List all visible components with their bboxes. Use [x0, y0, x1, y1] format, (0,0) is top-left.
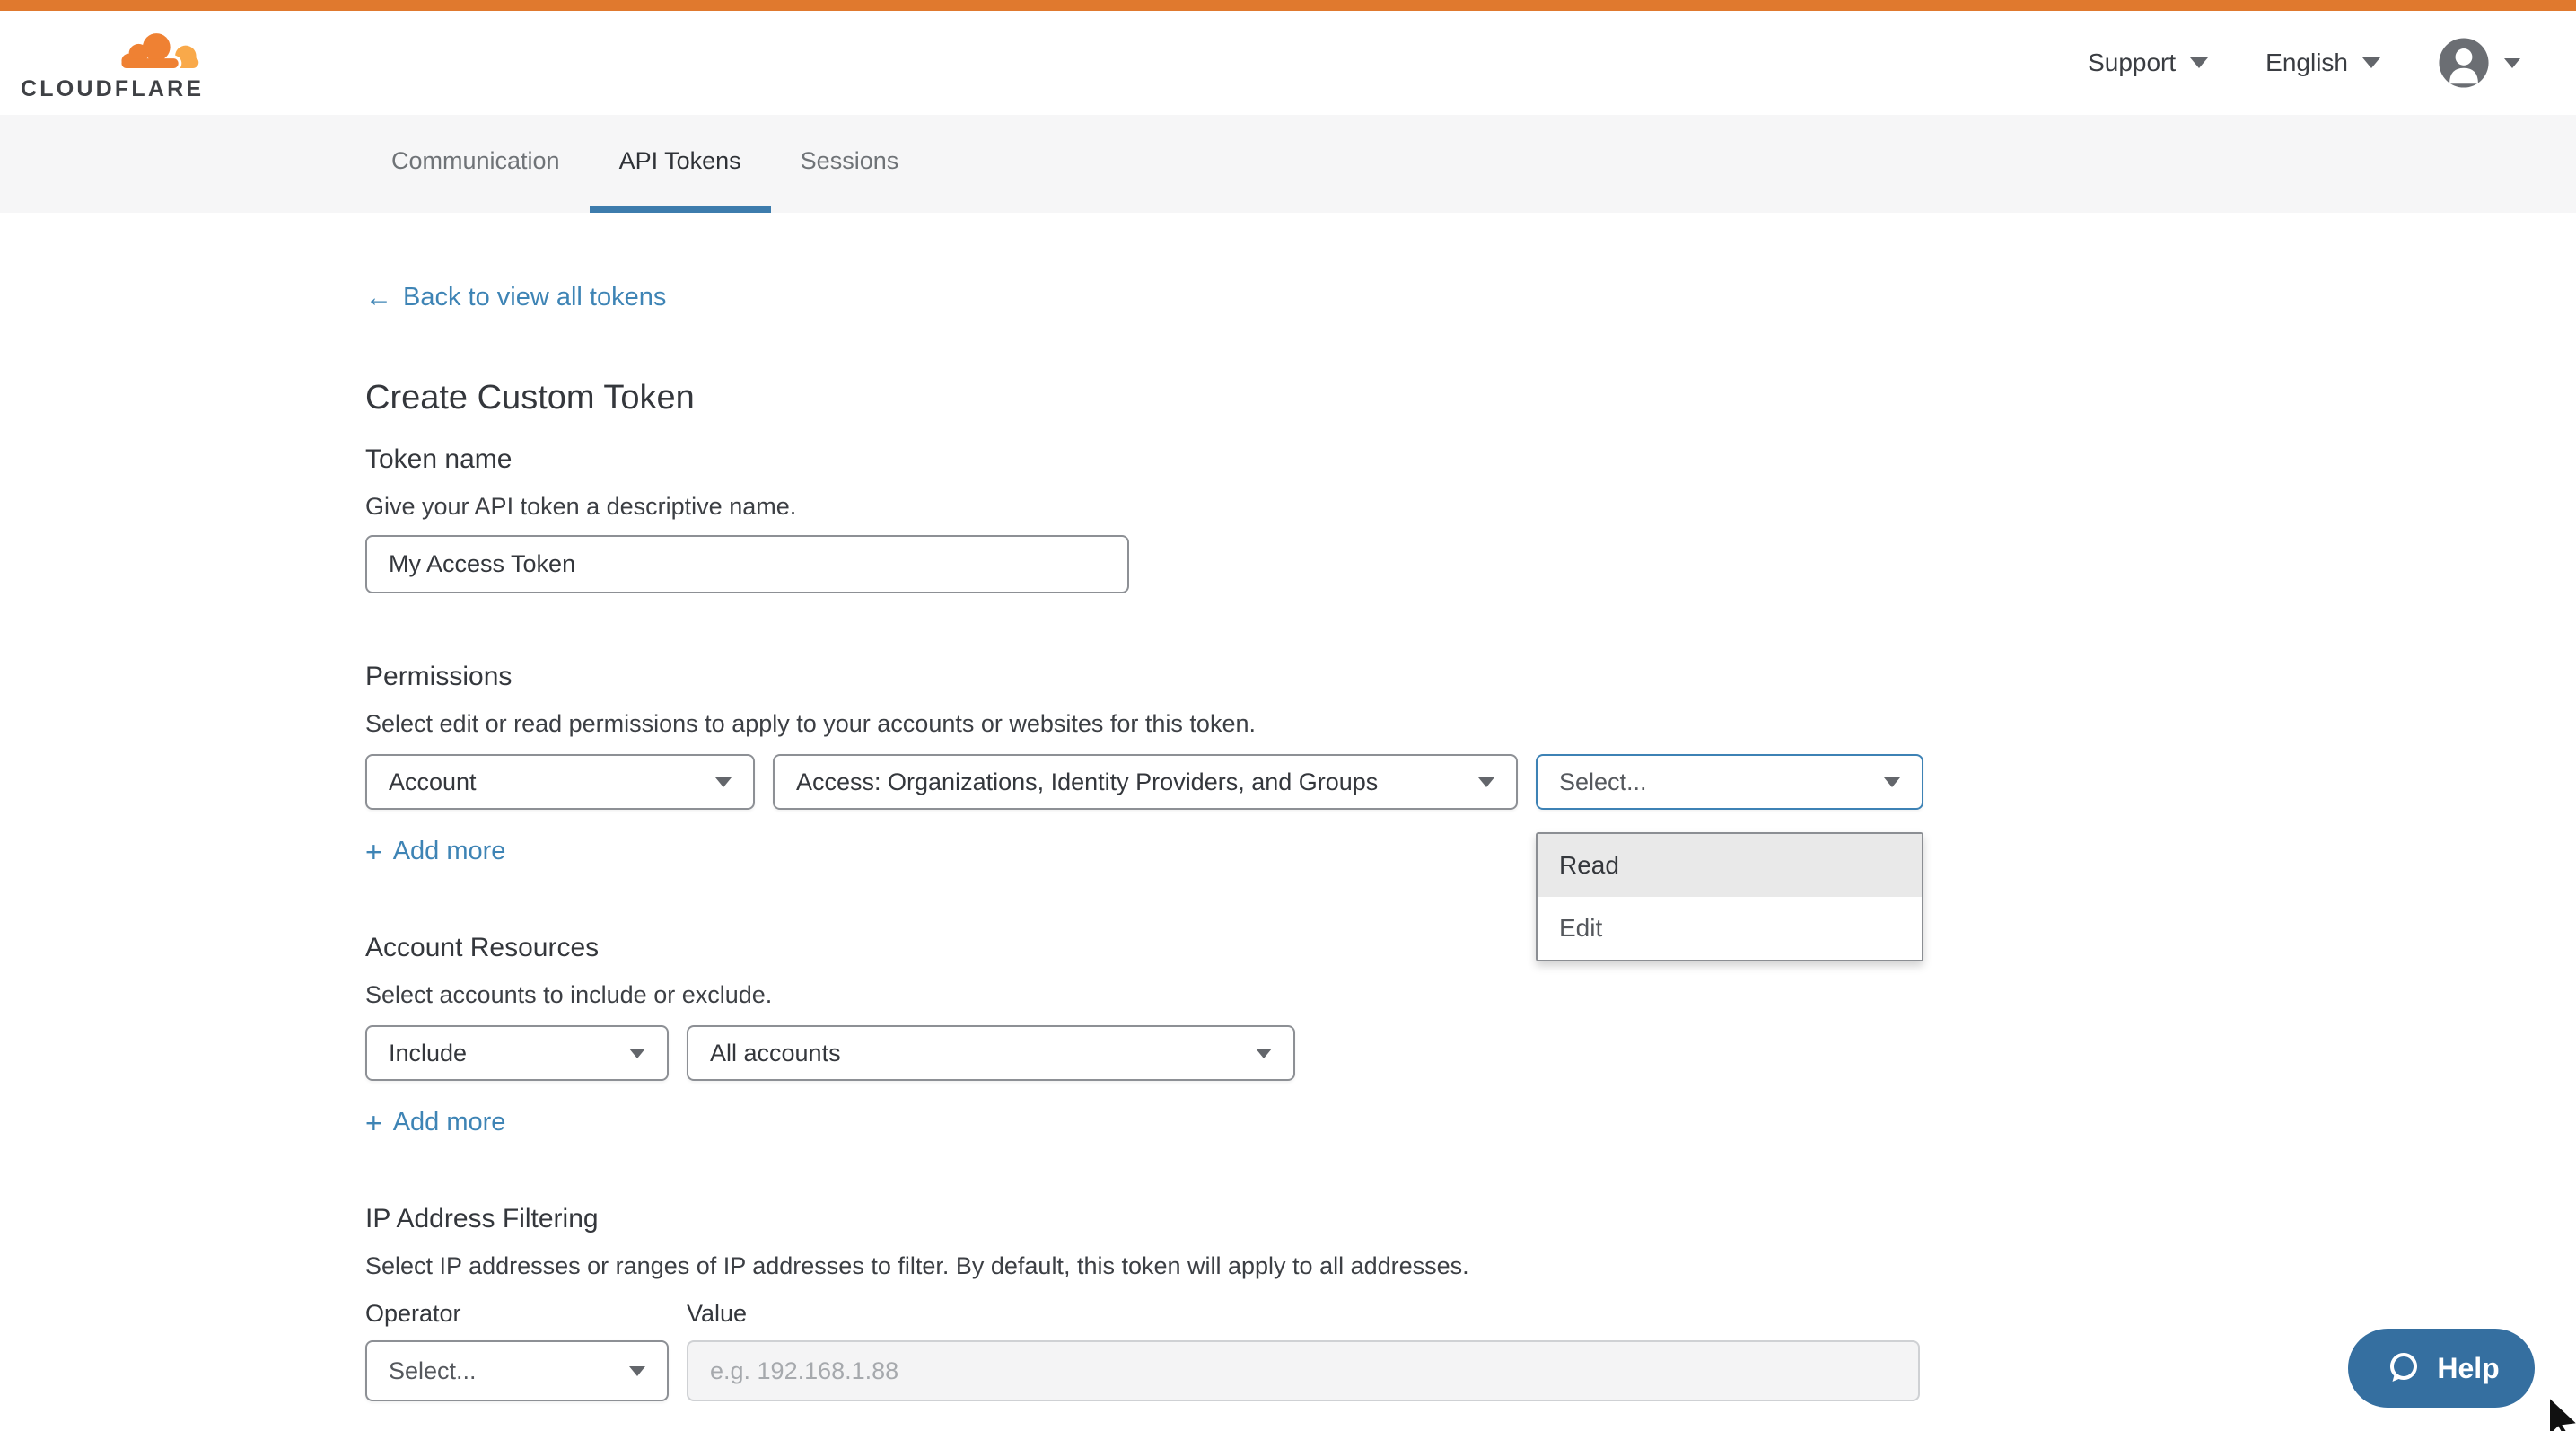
support-menu[interactable]: Support	[2088, 48, 2208, 77]
tab-label: Communication	[391, 147, 560, 175]
permission-level-dropdown-menu: Read Edit	[1536, 832, 1923, 961]
main-content: ← Back to view all tokens Create Custom …	[365, 213, 1927, 1401]
select-placeholder: Select...	[389, 1357, 477, 1385]
value-label: Value	[687, 1300, 747, 1328]
header: CLOUDFLARE Support English	[0, 11, 2576, 115]
chevron-down-icon	[1256, 1049, 1272, 1058]
ip-filtering-section: IP Address Filtering Select IP addresses…	[365, 1204, 1927, 1401]
page-title: Create Custom Token	[365, 379, 1927, 417]
support-label: Support	[2088, 48, 2176, 77]
cloudflare-logo[interactable]: CLOUDFLARE	[21, 26, 204, 101]
select-value: Account	[389, 768, 477, 796]
help-button[interactable]: Help	[2348, 1329, 2535, 1408]
account-menu[interactable]	[2438, 37, 2520, 89]
permissions-section: Permissions Select edit or read permissi…	[365, 662, 1927, 866]
back-link-label: Back to view all tokens	[403, 283, 666, 312]
menu-option-label: Edit	[1559, 914, 1602, 943]
permissions-row: Account Access: Organizations, Identity …	[365, 754, 1927, 810]
chevron-down-icon	[629, 1049, 645, 1058]
language-label: English	[2265, 48, 2348, 77]
chevron-down-icon	[2362, 57, 2380, 68]
chevron-down-icon	[1478, 777, 1494, 787]
permission-level-select[interactable]: Select...	[1536, 754, 1923, 810]
token-name-input[interactable]	[365, 535, 1129, 593]
plus-icon: +	[365, 838, 382, 866]
chat-bubble-icon	[2383, 1348, 2423, 1388]
permission-scope-select[interactable]: Account	[365, 754, 755, 810]
cloudflare-cloud-icon	[114, 26, 204, 76]
token-name-heading: Token name	[365, 444, 1927, 475]
menu-option-read[interactable]: Read	[1538, 834, 1922, 897]
permissions-heading: Permissions	[365, 662, 1927, 692]
permission-resource-select[interactable]: Access: Organizations, Identity Provider…	[773, 754, 1518, 810]
ip-value-input[interactable]	[687, 1340, 1920, 1401]
permissions-description: Select edit or read permissions to apply…	[365, 710, 1927, 738]
menu-option-label: Read	[1559, 851, 1619, 880]
chevron-down-icon	[1884, 777, 1900, 787]
select-value: All accounts	[710, 1040, 841, 1067]
ip-operator-select[interactable]: Select...	[365, 1340, 669, 1401]
select-placeholder: Select...	[1559, 768, 1647, 796]
ip-filtering-description: Select IP addresses or ranges of IP addr…	[365, 1252, 1927, 1280]
add-more-label: Add more	[393, 837, 506, 866]
avatar-icon	[2438, 37, 2490, 89]
page: CLOUDFLARE Support English	[0, 0, 2576, 1431]
tab-sessions[interactable]: Sessions	[771, 115, 929, 213]
account-resources-section: Account Resources Select accounts to inc…	[365, 933, 1927, 1137]
chevron-down-icon	[2190, 57, 2208, 68]
select-value: Access: Organizations, Identity Provider…	[796, 768, 1378, 796]
add-more-label: Add more	[393, 1108, 506, 1137]
permissions-add-more-link[interactable]: + Add more	[365, 837, 505, 866]
mouse-cursor	[2545, 1397, 2576, 1431]
menu-option-edit[interactable]: Edit	[1538, 897, 1922, 960]
help-label: Help	[2437, 1352, 2499, 1385]
plus-icon: +	[365, 1109, 382, 1137]
ip-field-labels: Operator Value	[365, 1300, 1927, 1328]
back-arrow-icon: ←	[365, 285, 392, 312]
tab-label: Sessions	[801, 147, 899, 175]
account-resources-row: Include All accounts	[365, 1025, 1927, 1081]
brand-accent-bar	[0, 0, 2576, 11]
operator-label: Operator	[365, 1300, 669, 1328]
ip-filter-row: Select...	[365, 1340, 1927, 1401]
token-name-description: Give your API token a descriptive name.	[365, 493, 1927, 521]
tab-bar: Communication API Tokens Sessions	[0, 115, 2576, 213]
chevron-down-icon	[715, 777, 732, 787]
tab-communication[interactable]: Communication	[362, 115, 590, 213]
ip-filtering-heading: IP Address Filtering	[365, 1204, 1927, 1234]
account-resources-add-more-link[interactable]: + Add more	[365, 1108, 505, 1137]
account-resources-description: Select accounts to include or exclude.	[365, 981, 1927, 1009]
language-menu[interactable]: English	[2265, 48, 2380, 77]
tab-api-tokens[interactable]: API Tokens	[590, 115, 771, 213]
chevron-down-icon	[2504, 58, 2520, 68]
resource-mode-select[interactable]: Include	[365, 1025, 669, 1081]
logo-wordmark: CLOUDFLARE	[21, 78, 204, 101]
back-to-tokens-link[interactable]: ← Back to view all tokens	[365, 283, 666, 312]
header-nav: Support English	[2088, 37, 2520, 89]
token-name-section: Token name Give your API token a descrip…	[365, 444, 1927, 593]
tab-label: API Tokens	[619, 147, 741, 175]
select-value: Include	[389, 1040, 467, 1067]
resource-scope-select[interactable]: All accounts	[687, 1025, 1295, 1081]
chevron-down-icon	[629, 1366, 645, 1376]
